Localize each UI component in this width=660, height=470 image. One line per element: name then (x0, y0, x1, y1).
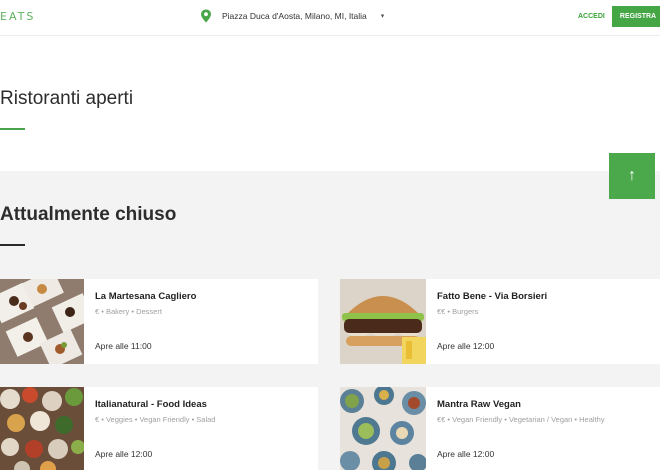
location-pin-icon (201, 9, 211, 23)
restaurant-card[interactable]: La Martesana Cagliero € • Bakery • Desse… (0, 279, 318, 364)
restaurant-card[interactable]: Italianatural - Food Ideas € • Veggies •… (0, 387, 318, 470)
restaurant-categories: €€ • Vegan Friendly • Vegetarian / Vegan… (437, 415, 605, 424)
restaurant-name: La Martesana Cagliero (95, 291, 197, 302)
closed-restaurants-heading: Attualmente chiuso (0, 204, 177, 225)
login-link[interactable]: ACCEDI (578, 13, 605, 20)
opening-time: Apre alle 12:00 (95, 449, 153, 459)
restaurant-image (0, 279, 84, 364)
restaurant-image (340, 279, 426, 364)
restaurant-categories: € • Bakery • Dessert (95, 307, 162, 316)
top-navigation-bar: EATS Piazza Duca d'Aosta, Milano, MI, It… (0, 0, 660, 36)
restaurant-categories: € • Veggies • Vegan Friendly • Salad (95, 415, 216, 424)
restaurant-name: Mantra Raw Vegan (437, 399, 521, 410)
heading-underline (0, 244, 25, 246)
opening-time: Apre alle 11:00 (95, 341, 152, 351)
restaurant-name: Italianatural - Food Ideas (95, 399, 207, 410)
brand-logo[interactable]: EATS (0, 10, 35, 23)
restaurant-image (0, 387, 84, 470)
chevron-down-icon: ▾ (380, 13, 385, 20)
restaurant-categories: €€ • Burgers (437, 307, 479, 316)
restaurant-card[interactable]: Mantra Raw Vegan €€ • Vegan Friendly • V… (340, 387, 660, 470)
scroll-to-top-button[interactable]: ↑ (609, 153, 655, 199)
arrow-up-icon: ↑ (628, 167, 636, 184)
register-button[interactable]: REGISTRA (612, 6, 660, 27)
heading-underline (0, 128, 25, 130)
delivery-address-selector[interactable]: Piazza Duca d'Aosta, Milano, MI, Italia … (200, 9, 384, 23)
open-restaurants-heading: Ristoranti aperti (0, 88, 134, 109)
restaurant-image (340, 387, 426, 470)
opening-time: Apre alle 12:00 (437, 449, 495, 459)
opening-time: Apre alle 12:00 (437, 341, 495, 351)
restaurant-name: Fatto Bene - Via Borsieri (437, 291, 548, 302)
restaurant-card[interactable]: Fatto Bene - Via Borsieri €€ • Burgers A… (340, 279, 660, 364)
delivery-address-text: Piazza Duca d'Aosta, Milano, MI, Italia (222, 11, 367, 21)
